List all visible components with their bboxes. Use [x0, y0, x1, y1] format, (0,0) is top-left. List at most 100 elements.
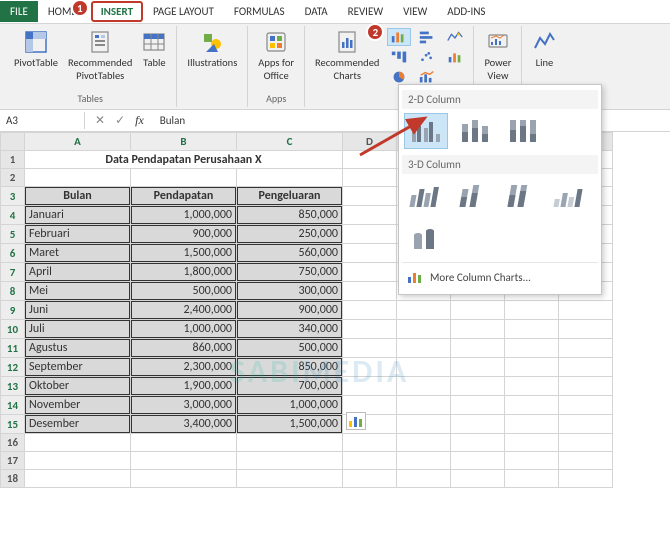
chart-option-stacked-column[interactable] — [452, 113, 496, 149]
insert-sparkline-button[interactable] — [443, 28, 467, 46]
data-cell[interactable]: Oktober — [25, 377, 130, 395]
data-cell[interactable]: 1,900,000 — [131, 377, 236, 395]
row-header-10[interactable]: 10 — [1, 320, 25, 339]
data-cell[interactable]: September — [25, 358, 130, 376]
col-header-B[interactable]: B — [131, 133, 237, 151]
row-header-8[interactable]: 8 — [1, 282, 25, 301]
row-header-9[interactable]: 9 — [1, 301, 25, 320]
row-header-11[interactable]: 11 — [1, 339, 25, 358]
insert-column-chart-button[interactable]: 2 — [387, 28, 411, 46]
tab-view[interactable]: VIEW — [393, 1, 437, 22]
select-all[interactable] — [1, 133, 25, 151]
data-cell[interactable]: April — [25, 263, 130, 281]
insert-scatter-chart-button[interactable] — [415, 48, 439, 66]
row-header-1[interactable]: 1 — [1, 151, 25, 169]
recommended-pivottables-button[interactable]: Recommended PivotTables — [64, 28, 136, 84]
more-column-charts-link[interactable]: More Column Charts... — [402, 262, 598, 291]
data-cell[interactable]: Maret — [25, 244, 130, 262]
insert-bar-chart-button[interactable] — [415, 28, 439, 46]
row-header-15[interactable]: 15 — [1, 415, 25, 434]
row-header-18[interactable]: 18 — [1, 470, 25, 488]
table-header[interactable]: Bulan — [25, 187, 130, 205]
pivotchart-button[interactable] — [443, 48, 467, 66]
table-header[interactable]: Pendapatan — [131, 187, 236, 205]
data-cell[interactable]: 860,000 — [131, 339, 236, 357]
data-cell[interactable]: Februari — [25, 225, 130, 243]
tab-page-layout[interactable]: PAGE LAYOUT — [143, 1, 224, 22]
table-header[interactable]: Pengeluaran — [237, 187, 342, 205]
tab-addins[interactable]: ADD-INS — [437, 1, 495, 22]
data-cell[interactable]: 300,000 — [237, 282, 342, 300]
data-cell[interactable]: 1,000,000 — [237, 396, 342, 414]
col-header-A[interactable]: A — [25, 133, 131, 151]
data-cell[interactable]: 2,300,000 — [131, 358, 236, 376]
tab-formulas[interactable]: FORMULAS — [224, 1, 295, 22]
data-cell[interactable]: 700,000 — [237, 377, 342, 395]
data-cell[interactable]: 560,000 — [237, 244, 342, 262]
line-sparkline-button[interactable]: Line — [528, 28, 560, 71]
apps-for-office-button[interactable]: Apps for Office — [254, 28, 298, 84]
data-cell[interactable]: 750,000 — [237, 263, 342, 281]
data-cell[interactable]: 3,000,000 — [131, 396, 236, 414]
chart-option-clustered-column[interactable] — [404, 113, 448, 149]
data-cell[interactable]: Agustus — [25, 339, 130, 357]
chart-option-3d-100-stacked-column[interactable] — [500, 178, 544, 214]
data-cell[interactable]: 340,000 — [237, 320, 342, 338]
tab-insert[interactable]: INSERT — [101, 5, 133, 18]
row-header-6[interactable]: 6 — [1, 244, 25, 263]
chart-option-3d-clustered-column[interactable] — [404, 178, 448, 214]
data-cell[interactable]: November — [25, 396, 130, 414]
row-header-13[interactable]: 13 — [1, 377, 25, 396]
fx-icon[interactable]: fx — [135, 113, 144, 128]
chart-option-100-stacked-column[interactable] — [500, 113, 544, 149]
tab-data[interactable]: DATA — [295, 1, 338, 22]
data-cell[interactable]: 1,000,000 — [131, 320, 236, 338]
data-cell[interactable]: 850,000 — [237, 206, 342, 224]
cancel-icon[interactable]: ✕ — [95, 113, 105, 128]
quick-analysis-icon[interactable] — [346, 412, 366, 434]
row-header-14[interactable]: 14 — [1, 396, 25, 415]
pivottable-button[interactable]: PivotTable — [10, 28, 62, 71]
col-header-C[interactable]: C — [237, 133, 343, 151]
row-header-5[interactable]: 5 — [1, 225, 25, 244]
data-cell[interactable]: 1,500,000 — [131, 244, 236, 262]
title-cell[interactable]: Data Pendapatan Perusahaan X — [25, 152, 342, 168]
tab-file[interactable]: FILE — [0, 1, 38, 22]
row-header-7[interactable]: 7 — [1, 263, 25, 282]
row-header-3[interactable]: 3 — [1, 187, 25, 206]
enter-icon[interactable]: ✓ — [115, 113, 125, 128]
illustrations-button[interactable]: Illustrations — [183, 28, 241, 71]
insert-hierarchy-chart-button[interactable] — [387, 48, 411, 66]
row-header-16[interactable]: 16 — [1, 434, 25, 452]
data-cell[interactable]: Mei — [25, 282, 130, 300]
table-button[interactable]: Table — [138, 28, 170, 71]
data-cell[interactable]: 1,000,000 — [131, 206, 236, 224]
data-cell[interactable]: 850,000 — [237, 358, 342, 376]
row-header-17[interactable]: 17 — [1, 452, 25, 470]
chart-option-3d-cylinder[interactable] — [404, 222, 448, 258]
data-cell[interactable]: 1,500,000 — [237, 415, 342, 433]
tab-review[interactable]: REVIEW — [338, 1, 394, 22]
data-cell[interactable]: 900,000 — [131, 225, 236, 243]
name-box[interactable]: A3 — [0, 112, 85, 129]
data-cell[interactable]: 500,000 — [237, 339, 342, 357]
data-cell[interactable]: Juni — [25, 301, 130, 319]
chart-option-3d-stacked-column[interactable] — [452, 178, 496, 214]
data-cell[interactable]: Januari — [25, 206, 130, 224]
row-header-2[interactable]: 2 — [1, 169, 25, 187]
data-cell[interactable]: Desember — [25, 415, 130, 433]
data-cell[interactable]: 3,400,000 — [131, 415, 236, 433]
chart-option-3d-column[interactable] — [548, 178, 592, 214]
pivottable-label: PivotTable — [14, 56, 58, 69]
data-cell[interactable]: 2,400,000 — [131, 301, 236, 319]
row-header-4[interactable]: 4 — [1, 206, 25, 225]
power-view-button[interactable]: Power View — [480, 28, 515, 84]
row-header-12[interactable]: 12 — [1, 358, 25, 377]
data-cell[interactable]: 250,000 — [237, 225, 342, 243]
data-cell[interactable]: 900,000 — [237, 301, 342, 319]
data-cell[interactable]: 1,800,000 — [131, 263, 236, 281]
col-header-D[interactable]: D — [343, 133, 397, 151]
recommended-pivottables-label: Recommended PivotTables — [68, 56, 132, 82]
data-cell[interactable]: Juli — [25, 320, 130, 338]
data-cell[interactable]: 500,000 — [131, 282, 236, 300]
